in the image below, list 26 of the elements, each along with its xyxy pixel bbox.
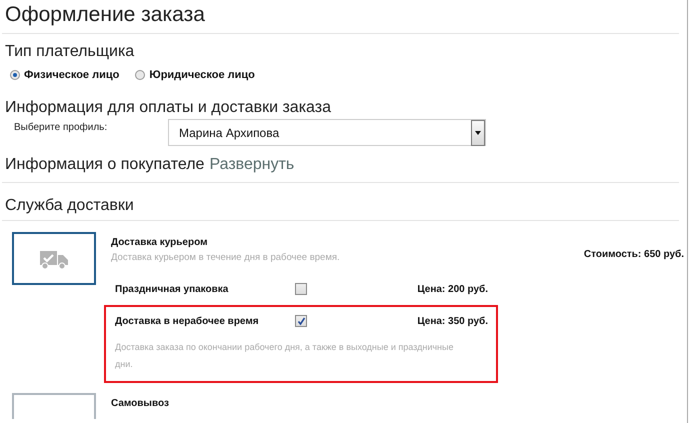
option-price: Цена: 200 руб. (417, 284, 488, 294)
section-heading: Информация для оплаты и доставки заказа (5, 99, 331, 117)
radio-button[interactable] (10, 70, 20, 80)
service-description: Доставка курьером в течение дня в рабочее время. (111, 252, 340, 263)
section-heading: Информация о покупателе (5, 156, 204, 174)
service-title: Доставка курьером (111, 237, 208, 248)
dropdown-arrow-icon (475, 130, 481, 134)
service-image[interactable] (12, 232, 96, 285)
service-title: Самовывоз (111, 398, 169, 409)
service-cost: Стоимость: 650 руб. (584, 249, 684, 262)
checkbox[interactable] (295, 315, 307, 327)
option-description: Доставка заказа по окончании рабочего дня, а также в выходные и праздничные дни. (115, 341, 454, 371)
field-label: Выберите профиль: (14, 121, 108, 133)
radio-button[interactable] (135, 70, 146, 80)
radio-label: Юридическое лицо (149, 69, 255, 81)
page-title: Оформление заказа (4, 3, 206, 27)
section-heading: Служба доставки (5, 197, 134, 215)
option-label: Праздничная упаковка (115, 284, 230, 294)
section-heading: Тип плательщика (5, 43, 134, 61)
option-label: Доставка в нерабочее время (115, 316, 260, 326)
expand-link[interactable]: Развернуть (209, 156, 294, 174)
radio-label: Физическое лицо (24, 69, 120, 81)
checkbox[interactable] (295, 283, 307, 295)
profile-dropdown[interactable]: Марина Архипова (168, 119, 486, 146)
truck-icon (40, 248, 68, 268)
option-price: Цена: 350 руб. (417, 316, 488, 326)
